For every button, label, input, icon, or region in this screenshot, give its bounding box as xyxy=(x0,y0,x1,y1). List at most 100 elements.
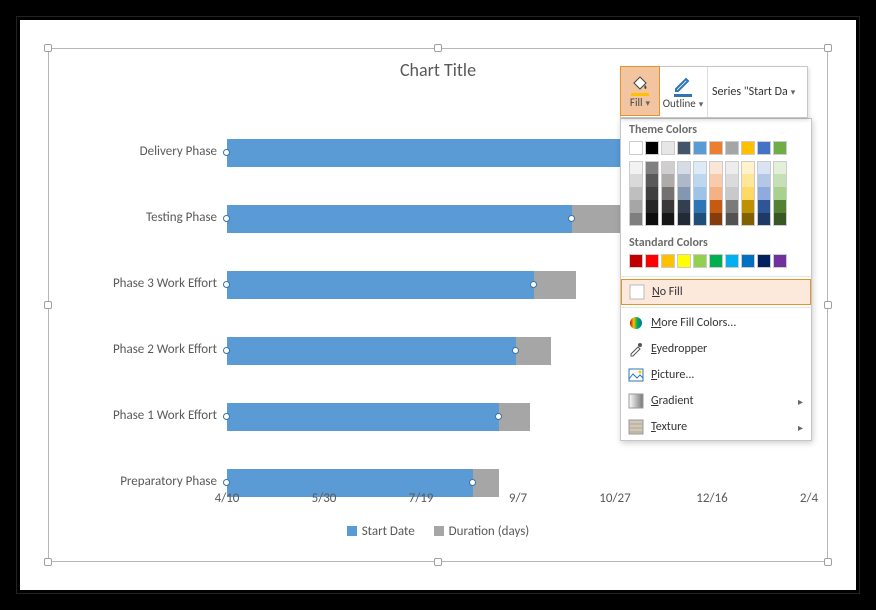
color-swatch[interactable] xyxy=(773,200,787,213)
resize-handle[interactable] xyxy=(44,44,52,52)
resize-handle[interactable] xyxy=(44,301,52,309)
color-swatch[interactable] xyxy=(709,213,723,226)
color-swatch[interactable] xyxy=(741,254,755,268)
color-swatch[interactable] xyxy=(709,187,723,200)
color-swatch[interactable] xyxy=(773,141,787,155)
color-swatch[interactable] xyxy=(693,254,707,268)
color-swatch[interactable] xyxy=(725,174,739,187)
resize-handle[interactable] xyxy=(434,558,442,566)
more-fill-colors-option[interactable]: More Fill Colors... xyxy=(621,310,811,336)
color-swatch[interactable] xyxy=(757,213,771,226)
legend[interactable]: Start Date Duration (days) xyxy=(49,524,827,539)
no-fill-option[interactable]: No Fill xyxy=(621,279,811,305)
color-swatch[interactable] xyxy=(693,200,707,213)
color-swatch[interactable] xyxy=(773,254,787,268)
color-swatch[interactable] xyxy=(629,141,643,155)
color-swatch[interactable] xyxy=(693,187,707,200)
color-swatch[interactable] xyxy=(773,174,787,187)
color-swatch[interactable] xyxy=(629,187,643,200)
color-swatch[interactable] xyxy=(725,187,739,200)
color-swatch[interactable] xyxy=(709,174,723,187)
color-swatch[interactable] xyxy=(629,174,643,187)
color-swatch[interactable] xyxy=(645,174,659,187)
color-swatch[interactable] xyxy=(709,254,723,268)
color-swatch[interactable] xyxy=(725,254,739,268)
color-swatch[interactable] xyxy=(773,213,787,226)
color-swatch[interactable] xyxy=(661,254,675,268)
category-label[interactable]: Testing Phase xyxy=(57,210,227,225)
resize-handle[interactable] xyxy=(824,558,832,566)
series-selector[interactable]: Series "Start Da ▾ xyxy=(707,67,807,117)
color-swatch[interactable] xyxy=(757,187,771,200)
data-bar-duration[interactable] xyxy=(534,271,577,299)
color-swatch[interactable] xyxy=(773,161,787,174)
legend-item-duration[interactable]: Duration (days) xyxy=(434,524,530,539)
texture-fill-option[interactable]: Texture ▸ xyxy=(621,414,811,440)
color-swatch[interactable] xyxy=(725,141,739,155)
data-bar-duration[interactable] xyxy=(516,337,551,365)
data-bar-duration[interactable] xyxy=(499,403,530,431)
resize-handle[interactable] xyxy=(44,558,52,566)
color-swatch[interactable] xyxy=(629,200,643,213)
category-label[interactable]: Phase 1 Work Effort xyxy=(57,408,227,423)
color-swatch[interactable] xyxy=(741,174,755,187)
color-swatch[interactable] xyxy=(709,200,723,213)
color-swatch[interactable] xyxy=(661,141,675,155)
color-swatch[interactable] xyxy=(741,187,755,200)
color-swatch[interactable] xyxy=(741,161,755,174)
resize-handle[interactable] xyxy=(434,44,442,52)
resize-handle[interactable] xyxy=(824,44,832,52)
data-bar-start-date[interactable] xyxy=(227,205,572,233)
data-bar-start-date[interactable] xyxy=(227,337,516,365)
color-swatch[interactable] xyxy=(645,161,659,174)
category-label[interactable]: Preparatory Phase xyxy=(57,474,227,489)
data-bar-start-date[interactable] xyxy=(227,403,499,431)
color-swatch[interactable] xyxy=(773,187,787,200)
color-swatch[interactable] xyxy=(661,213,675,226)
eyedropper-option[interactable]: Eyedropper xyxy=(621,336,811,362)
category-label[interactable]: Phase 2 Work Effort xyxy=(57,342,227,357)
color-swatch[interactable] xyxy=(677,200,691,213)
outline-button[interactable]: Outline▾ xyxy=(659,67,707,117)
color-swatch[interactable] xyxy=(645,254,659,268)
color-swatch[interactable] xyxy=(725,213,739,226)
color-swatch[interactable] xyxy=(757,174,771,187)
color-swatch[interactable] xyxy=(661,161,675,174)
color-swatch[interactable] xyxy=(757,161,771,174)
color-swatch[interactable] xyxy=(677,187,691,200)
gradient-fill-option[interactable]: Gradient ▸ xyxy=(621,388,811,414)
category-label[interactable]: Delivery Phase xyxy=(57,144,227,159)
color-swatch[interactable] xyxy=(677,161,691,174)
legend-item-start-date[interactable]: Start Date xyxy=(347,524,415,539)
color-swatch[interactable] xyxy=(645,141,659,155)
color-swatch[interactable] xyxy=(645,200,659,213)
x-axis[interactable]: 4/105/307/199/710/2712/162/4 xyxy=(227,491,809,509)
color-swatch[interactable] xyxy=(757,141,771,155)
color-swatch[interactable] xyxy=(725,161,739,174)
color-swatch[interactable] xyxy=(661,200,675,213)
picture-fill-option[interactable]: Picture... xyxy=(621,362,811,388)
resize-handle[interactable] xyxy=(824,301,832,309)
color-swatch[interactable] xyxy=(757,200,771,213)
color-swatch[interactable] xyxy=(661,174,675,187)
color-swatch[interactable] xyxy=(661,187,675,200)
color-swatch[interactable] xyxy=(677,174,691,187)
color-swatch[interactable] xyxy=(741,141,755,155)
color-swatch[interactable] xyxy=(677,141,691,155)
color-swatch[interactable] xyxy=(757,254,771,268)
category-label[interactable]: Phase 3 Work Effort xyxy=(57,276,227,291)
color-swatch[interactable] xyxy=(693,174,707,187)
color-swatch[interactable] xyxy=(629,161,643,174)
data-bar-start-date[interactable] xyxy=(227,271,534,299)
color-swatch[interactable] xyxy=(677,254,691,268)
fill-button[interactable]: Fill▾ xyxy=(620,66,660,116)
color-swatch[interactable] xyxy=(741,200,755,213)
color-swatch[interactable] xyxy=(629,213,643,226)
color-swatch[interactable] xyxy=(693,161,707,174)
color-swatch[interactable] xyxy=(741,213,755,226)
color-swatch[interactable] xyxy=(725,200,739,213)
color-swatch[interactable] xyxy=(709,161,723,174)
color-swatch[interactable] xyxy=(645,213,659,226)
color-swatch[interactable] xyxy=(677,213,691,226)
color-swatch[interactable] xyxy=(693,213,707,226)
